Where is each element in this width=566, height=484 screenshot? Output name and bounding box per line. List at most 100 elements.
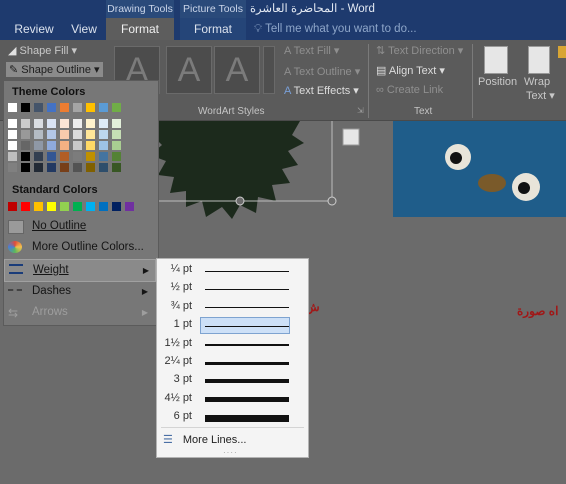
no-outline-item[interactable]: No Outline <box>4 216 154 237</box>
theme-color-shade-swatch[interactable] <box>99 130 108 139</box>
weight-option[interactable]: 4½ pt <box>157 391 308 409</box>
theme-color-shade-swatch[interactable] <box>112 152 121 161</box>
standard-color-swatch[interactable] <box>60 202 69 211</box>
more-lines-item[interactable]: ☰ More Lines... <box>161 431 304 449</box>
theme-color-shade-swatch[interactable] <box>21 141 30 150</box>
theme-color-shade-swatch[interactable] <box>34 141 43 150</box>
theme-color-swatch[interactable] <box>21 103 30 112</box>
theme-color-shade-swatch[interactable] <box>47 130 56 139</box>
weight-item[interactable]: Weight ▶ <box>4 259 156 282</box>
theme-color-swatch[interactable] <box>112 103 121 112</box>
theme-color-shade-swatch[interactable] <box>60 152 69 161</box>
weight-option[interactable]: ½ pt <box>157 280 308 298</box>
resize-grip-icon[interactable]: ···· <box>223 448 238 457</box>
shape-outline-button[interactable]: ✎ Shape Outline ▾ <box>6 62 103 77</box>
theme-color-shade-swatch[interactable] <box>112 163 121 172</box>
wordart-style-3[interactable]: A <box>214 46 260 94</box>
standard-color-swatch[interactable] <box>112 202 121 211</box>
theme-color-shade-swatch[interactable] <box>99 163 108 172</box>
theme-color-shade-swatch[interactable] <box>21 152 30 161</box>
theme-color-shade-swatch[interactable] <box>99 119 108 128</box>
standard-color-swatch[interactable] <box>99 202 108 211</box>
text-fill-button[interactable]: A Text Fill ▾ <box>284 44 339 57</box>
create-link-button[interactable]: ∞ Create Link <box>376 84 443 96</box>
theme-color-shade-swatch[interactable] <box>73 152 82 161</box>
standard-color-swatch[interactable] <box>8 202 17 211</box>
weight-option[interactable]: ¼ pt <box>157 262 308 280</box>
standard-color-swatch[interactable] <box>21 202 30 211</box>
theme-color-swatch[interactable] <box>99 103 108 112</box>
theme-color-shade-swatch[interactable] <box>8 152 17 161</box>
theme-color-shade-swatch[interactable] <box>73 119 82 128</box>
wordart-dialog-launcher-icon[interactable]: ⇲ <box>357 106 364 115</box>
standard-color-swatch[interactable] <box>86 202 95 211</box>
theme-color-shade-swatch[interactable] <box>73 141 82 150</box>
theme-color-shade-swatch[interactable] <box>8 119 17 128</box>
text-direction-button[interactable]: ⇅ Text Direction ▾ <box>376 44 463 57</box>
tab-format-picture[interactable]: Format <box>180 18 246 40</box>
theme-color-shade-swatch[interactable] <box>60 163 69 172</box>
tab-review[interactable]: Review <box>10 18 58 40</box>
tell-me-box[interactable]: 💡︎ Tell me what you want to do... <box>254 18 417 40</box>
theme-color-shade-swatch[interactable] <box>99 152 108 161</box>
wordart-gallery-scroll[interactable] <box>263 46 275 94</box>
theme-color-shade-swatch[interactable] <box>73 130 82 139</box>
theme-color-shade-swatch[interactable] <box>60 141 69 150</box>
theme-color-shade-swatch[interactable] <box>34 130 43 139</box>
wordart-style-2[interactable]: A <box>166 46 212 94</box>
bring-forward-icon[interactable] <box>558 46 566 58</box>
theme-color-swatch[interactable] <box>60 103 69 112</box>
theme-color-shade-swatch[interactable] <box>21 163 30 172</box>
theme-color-shade-swatch[interactable] <box>47 119 56 128</box>
align-text-button[interactable]: ▤ Align Text ▾ <box>376 64 445 77</box>
tab-view[interactable]: View <box>64 18 104 40</box>
theme-color-shade-swatch[interactable] <box>112 141 121 150</box>
theme-color-shade-swatch[interactable] <box>34 119 43 128</box>
weight-option[interactable]: 3 pt <box>157 372 308 390</box>
theme-color-shade-swatch[interactable] <box>60 119 69 128</box>
theme-color-shade-swatch[interactable] <box>86 152 95 161</box>
position-button[interactable]: Position <box>478 76 517 88</box>
wrap-text-button[interactable]: Wrap <box>524 76 550 88</box>
standard-color-swatch[interactable] <box>73 202 82 211</box>
weight-option[interactable]: 1½ pt <box>157 336 308 354</box>
theme-color-shade-swatch[interactable] <box>34 152 43 161</box>
theme-color-shade-swatch[interactable] <box>73 163 82 172</box>
theme-color-shade-swatch[interactable] <box>21 119 30 128</box>
text-effects-button[interactable]: A Text Effects ▾ <box>284 84 359 97</box>
weight-option[interactable]: 2¼ pt <box>157 354 308 372</box>
tab-format-drawing[interactable]: Format <box>106 18 174 40</box>
standard-color-swatch[interactable] <box>47 202 56 211</box>
theme-color-shade-swatch[interactable] <box>86 119 95 128</box>
standard-color-swatch[interactable] <box>34 202 43 211</box>
theme-color-swatch[interactable] <box>86 103 95 112</box>
more-outline-colors-item[interactable]: More Outline Colors... <box>4 237 154 258</box>
theme-color-shade-swatch[interactable] <box>60 130 69 139</box>
theme-color-shade-swatch[interactable] <box>47 141 56 150</box>
theme-color-shade-swatch[interactable] <box>86 130 95 139</box>
theme-color-shade-swatch[interactable] <box>112 119 121 128</box>
arrows-item[interactable]: ⇆ Arrows ▶ <box>4 302 154 323</box>
theme-color-shade-swatch[interactable] <box>86 141 95 150</box>
weight-option[interactable]: ¾ pt <box>157 299 308 317</box>
theme-color-shade-swatch[interactable] <box>86 163 95 172</box>
text-outline-button[interactable]: A Text Outline ▾ <box>284 65 360 78</box>
theme-color-shade-swatch[interactable] <box>34 163 43 172</box>
theme-color-shade-swatch[interactable] <box>47 152 56 161</box>
theme-color-shade-swatch[interactable] <box>47 163 56 172</box>
dashes-item[interactable]: Dashes ▶ <box>4 281 154 302</box>
standard-color-swatch[interactable] <box>125 202 134 211</box>
theme-color-shade-swatch[interactable] <box>99 141 108 150</box>
theme-color-swatch[interactable] <box>34 103 43 112</box>
theme-color-swatch[interactable] <box>8 103 17 112</box>
theme-color-shade-swatch[interactable] <box>112 130 121 139</box>
theme-color-shade-swatch[interactable] <box>21 130 30 139</box>
weight-option[interactable]: 6 pt <box>157 409 308 427</box>
weight-option[interactable]: 1 pt <box>157 317 308 335</box>
theme-color-swatch[interactable] <box>73 103 82 112</box>
theme-color-shade-swatch[interactable] <box>8 130 17 139</box>
theme-color-shade-swatch[interactable] <box>8 163 17 172</box>
theme-color-shade-swatch[interactable] <box>8 141 17 150</box>
shape-fill-button[interactable]: ◢ Shape Fill ▾ <box>8 44 77 57</box>
theme-color-swatch[interactable] <box>47 103 56 112</box>
